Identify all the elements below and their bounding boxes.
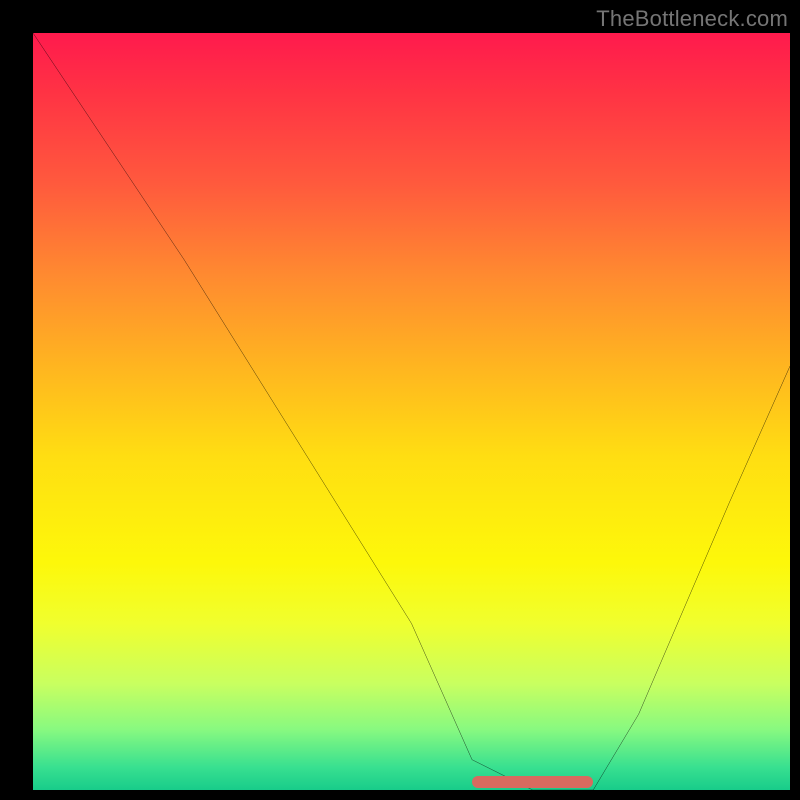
chart-frame: TheBottleneck.com (0, 0, 800, 800)
bump-segment (472, 776, 593, 788)
curve-line (33, 33, 790, 790)
watermark-text: TheBottleneck.com (596, 6, 788, 32)
plot-area (33, 33, 790, 790)
